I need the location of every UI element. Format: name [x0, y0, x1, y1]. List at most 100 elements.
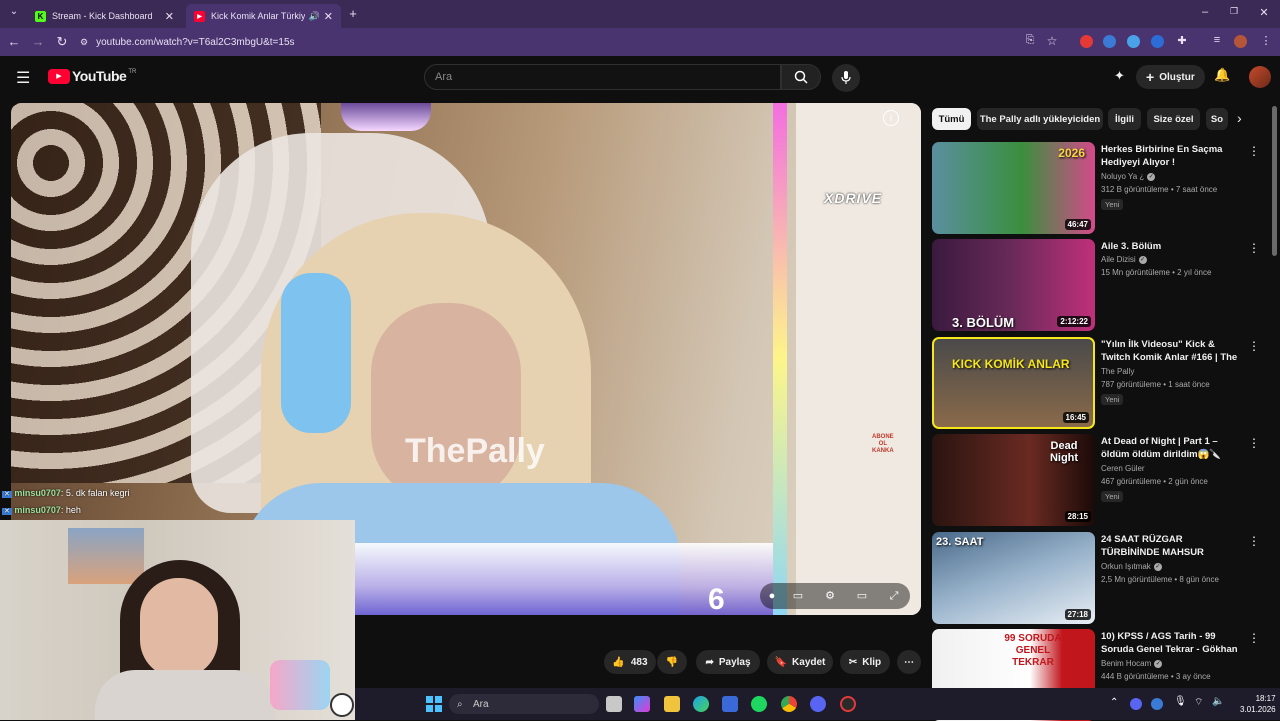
recommended-video[interactable]: 2026 46:47 Herkes Birbirine En Saçma Hed…	[932, 142, 1262, 234]
account-avatar[interactable]	[1249, 66, 1271, 88]
chip-for-you[interactable]: Size özel	[1147, 108, 1200, 130]
forward-button[interactable]: →	[30, 34, 46, 49]
hamburger-menu-icon[interactable]: ☰	[16, 68, 30, 88]
close-window-button[interactable]: ✕	[1256, 6, 1272, 19]
recommended-video[interactable]: 3. BÖLÜM 2:12:22 Aile 3. Bölüm Aile Dizi…	[932, 239, 1262, 331]
video-thumbnail[interactable]: KICK KOMİK ANLAR 16:45	[932, 337, 1095, 429]
back-button[interactable]: ←	[6, 34, 22, 49]
video-title[interactable]: 10) KPSS / AGS Tarih - 99 Soruda Genel T…	[1101, 630, 1241, 656]
video-menu-icon[interactable]: ⋮	[1248, 436, 1260, 450]
site-info-icon[interactable]: ⚙	[80, 37, 88, 48]
extension-icon-shield[interactable]	[1151, 35, 1164, 48]
search-button[interactable]	[781, 64, 821, 90]
reading-list-icon[interactable]: ≡	[1209, 34, 1225, 46]
notifications-bell-icon[interactable]: 🔔	[1214, 67, 1230, 83]
taskbar-search[interactable]: ⌕ Ara	[449, 694, 599, 714]
more-actions-button[interactable]: ⋯	[897, 650, 921, 674]
url-field[interactable]: ⚙ youtube.com/watch?v=T6al2C3mbgU&t=15s	[80, 32, 1000, 52]
theater-mode-icon[interactable]: ▭	[855, 589, 869, 603]
tab-youtube-video[interactable]: ▶ Kick Komik Anlar Türkiye Re 🔊 ✕	[186, 4, 341, 28]
create-button[interactable]: + Oluştur	[1136, 65, 1205, 89]
bookmark-star-icon[interactable]: ☆	[1044, 34, 1060, 48]
video-title[interactable]: Aile 3. Bölüm	[1101, 240, 1241, 253]
recommended-video[interactable]: 23. SAAT 27:18 24 SAAT RÜZGAR TÜRBİNİNDE…	[932, 532, 1262, 624]
windows-start-icon[interactable]	[426, 696, 442, 712]
clip-button[interactable]: ✂ Klip	[840, 650, 890, 674]
video-thumbnail[interactable]: 3. BÖLÜM 2:12:22	[932, 239, 1095, 331]
extension-icon-red[interactable]	[1080, 35, 1093, 48]
channel-name[interactable]: Aile Dizisi ✓	[1101, 255, 1147, 264]
tray-cloud-icon[interactable]	[1151, 698, 1163, 710]
channel-name[interactable]: The Pally	[1101, 367, 1134, 376]
browser-menu-icon[interactable]: ⋮	[1258, 34, 1274, 47]
close-tab-icon[interactable]: ✕	[165, 10, 174, 23]
recommended-video[interactable]: Dead Night 28:15 At Dead of Night | Part…	[932, 434, 1262, 526]
search-input[interactable]: Ara	[424, 64, 781, 90]
subtitles-icon[interactable]: ▭	[791, 589, 805, 603]
file-explorer-icon[interactable]	[664, 696, 680, 712]
tray-microphone-icon[interactable]: 🎙	[1174, 696, 1187, 707]
channel-name[interactable]: Orkun Işıtmak ✓	[1101, 562, 1162, 571]
tray-wifi-icon[interactable]: ⌔	[1194, 696, 1203, 709]
video-info-icon[interactable]: i	[883, 110, 899, 126]
reload-button[interactable]: ↻	[54, 34, 70, 50]
minimize-button[interactable]: –	[1197, 6, 1213, 18]
dislike-button[interactable]: 👎	[657, 650, 687, 674]
profile-avatar-icon[interactable]	[1234, 35, 1247, 48]
taskbar-clock[interactable]: 18:17 3.01.2026	[1240, 693, 1276, 715]
share-button[interactable]: ➦ Paylaş	[696, 650, 760, 674]
show-hidden-icons-chevron-icon[interactable]: ⌃	[1110, 697, 1118, 708]
video-title[interactable]: At Dead of Night | Part 1 – öldüm öldüm …	[1101, 435, 1241, 461]
app-icon[interactable]	[840, 696, 856, 712]
close-tab-icon[interactable]: ✕	[324, 10, 333, 23]
video-title[interactable]: 24 SAAT RÜZGAR TÜRBİNİNDE MAHSUR KALMAK!	[1101, 533, 1241, 559]
chip-related[interactable]: İlgili	[1108, 108, 1141, 130]
chip-all[interactable]: Tümü	[932, 108, 971, 130]
spotify-icon[interactable]	[751, 696, 767, 712]
copilot-icon[interactable]	[634, 696, 650, 712]
chrome-icon[interactable]	[781, 696, 797, 712]
save-button[interactable]: 🔖 Kaydet	[767, 650, 833, 674]
video-thumbnail[interactable]: 23. SAAT 27:18	[932, 532, 1095, 624]
fullscreen-icon[interactable]: ⤢	[887, 589, 901, 603]
edge-icon[interactable]	[693, 696, 709, 712]
chips-next-chevron-icon[interactable]: ›	[1237, 110, 1242, 126]
like-button[interactable]: 👍 483	[604, 650, 656, 674]
video-menu-icon[interactable]: ⋮	[1248, 339, 1260, 353]
tab-search-icon[interactable]: ⌄	[6, 6, 22, 17]
create-quest-icon[interactable]: ✦	[1114, 68, 1125, 84]
speaker-icon[interactable]: 🔊	[309, 11, 320, 22]
new-tab-button[interactable]: +	[345, 6, 361, 21]
tray-volume-icon[interactable]: 🔈	[1212, 696, 1224, 707]
extension-icon-audio[interactable]	[1127, 35, 1140, 48]
video-menu-icon[interactable]: ⋮	[1248, 631, 1260, 645]
video-title[interactable]: "Yılın İlk Videosu" Kick & Twitch Komik …	[1101, 338, 1241, 364]
chip-from-uploader[interactable]: The Pally adlı yükleyiciden	[977, 108, 1103, 130]
cast-icon[interactable]: ⎘	[1022, 34, 1038, 47]
channel-name[interactable]: Noluyo Ya ¿ ✓	[1101, 172, 1156, 181]
settings-gear-icon[interactable]: ⚙	[823, 589, 837, 603]
video-menu-icon[interactable]: ⋮	[1248, 144, 1260, 158]
channel-name[interactable]: Ceren Güler	[1101, 464, 1145, 473]
video-thumbnail[interactable]: Dead Night 28:15	[932, 434, 1095, 526]
recommended-video[interactable]: KICK KOMİK ANLAR 16:45 "Yılın İlk Videos…	[932, 337, 1262, 429]
extension-icon-translate[interactable]	[1103, 35, 1116, 48]
microsoft-store-icon[interactable]	[722, 696, 738, 712]
tray-discord-icon[interactable]	[1130, 698, 1142, 710]
video-thumbnail[interactable]: 2026 46:47	[932, 142, 1095, 234]
restore-button[interactable]: ❐	[1226, 6, 1242, 17]
video-menu-icon[interactable]: ⋮	[1248, 241, 1260, 255]
autoplay-toggle-icon[interactable]: ●	[765, 589, 779, 603]
video-menu-icon[interactable]: ⋮	[1248, 534, 1260, 548]
video-title[interactable]: Herkes Birbirine En Saçma Hediyeyi Alıyo…	[1101, 143, 1241, 169]
voice-search-button[interactable]	[832, 64, 860, 92]
youtube-logo[interactable]: ▶ YouTube TR	[48, 68, 136, 84]
tab-kick-dashboard[interactable]: K Stream - Kick Dashboard ✕	[27, 4, 182, 28]
video-scene-streamer-face	[371, 303, 521, 503]
sidebar-scrollbar[interactable]	[1272, 106, 1277, 256]
channel-name[interactable]: Benim Hocam ✓	[1101, 659, 1163, 668]
chip-more[interactable]: So	[1206, 108, 1228, 130]
task-view-icon[interactable]	[606, 696, 622, 712]
extensions-puzzle-icon[interactable]: ✚	[1174, 34, 1190, 47]
discord-icon[interactable]	[810, 696, 826, 712]
